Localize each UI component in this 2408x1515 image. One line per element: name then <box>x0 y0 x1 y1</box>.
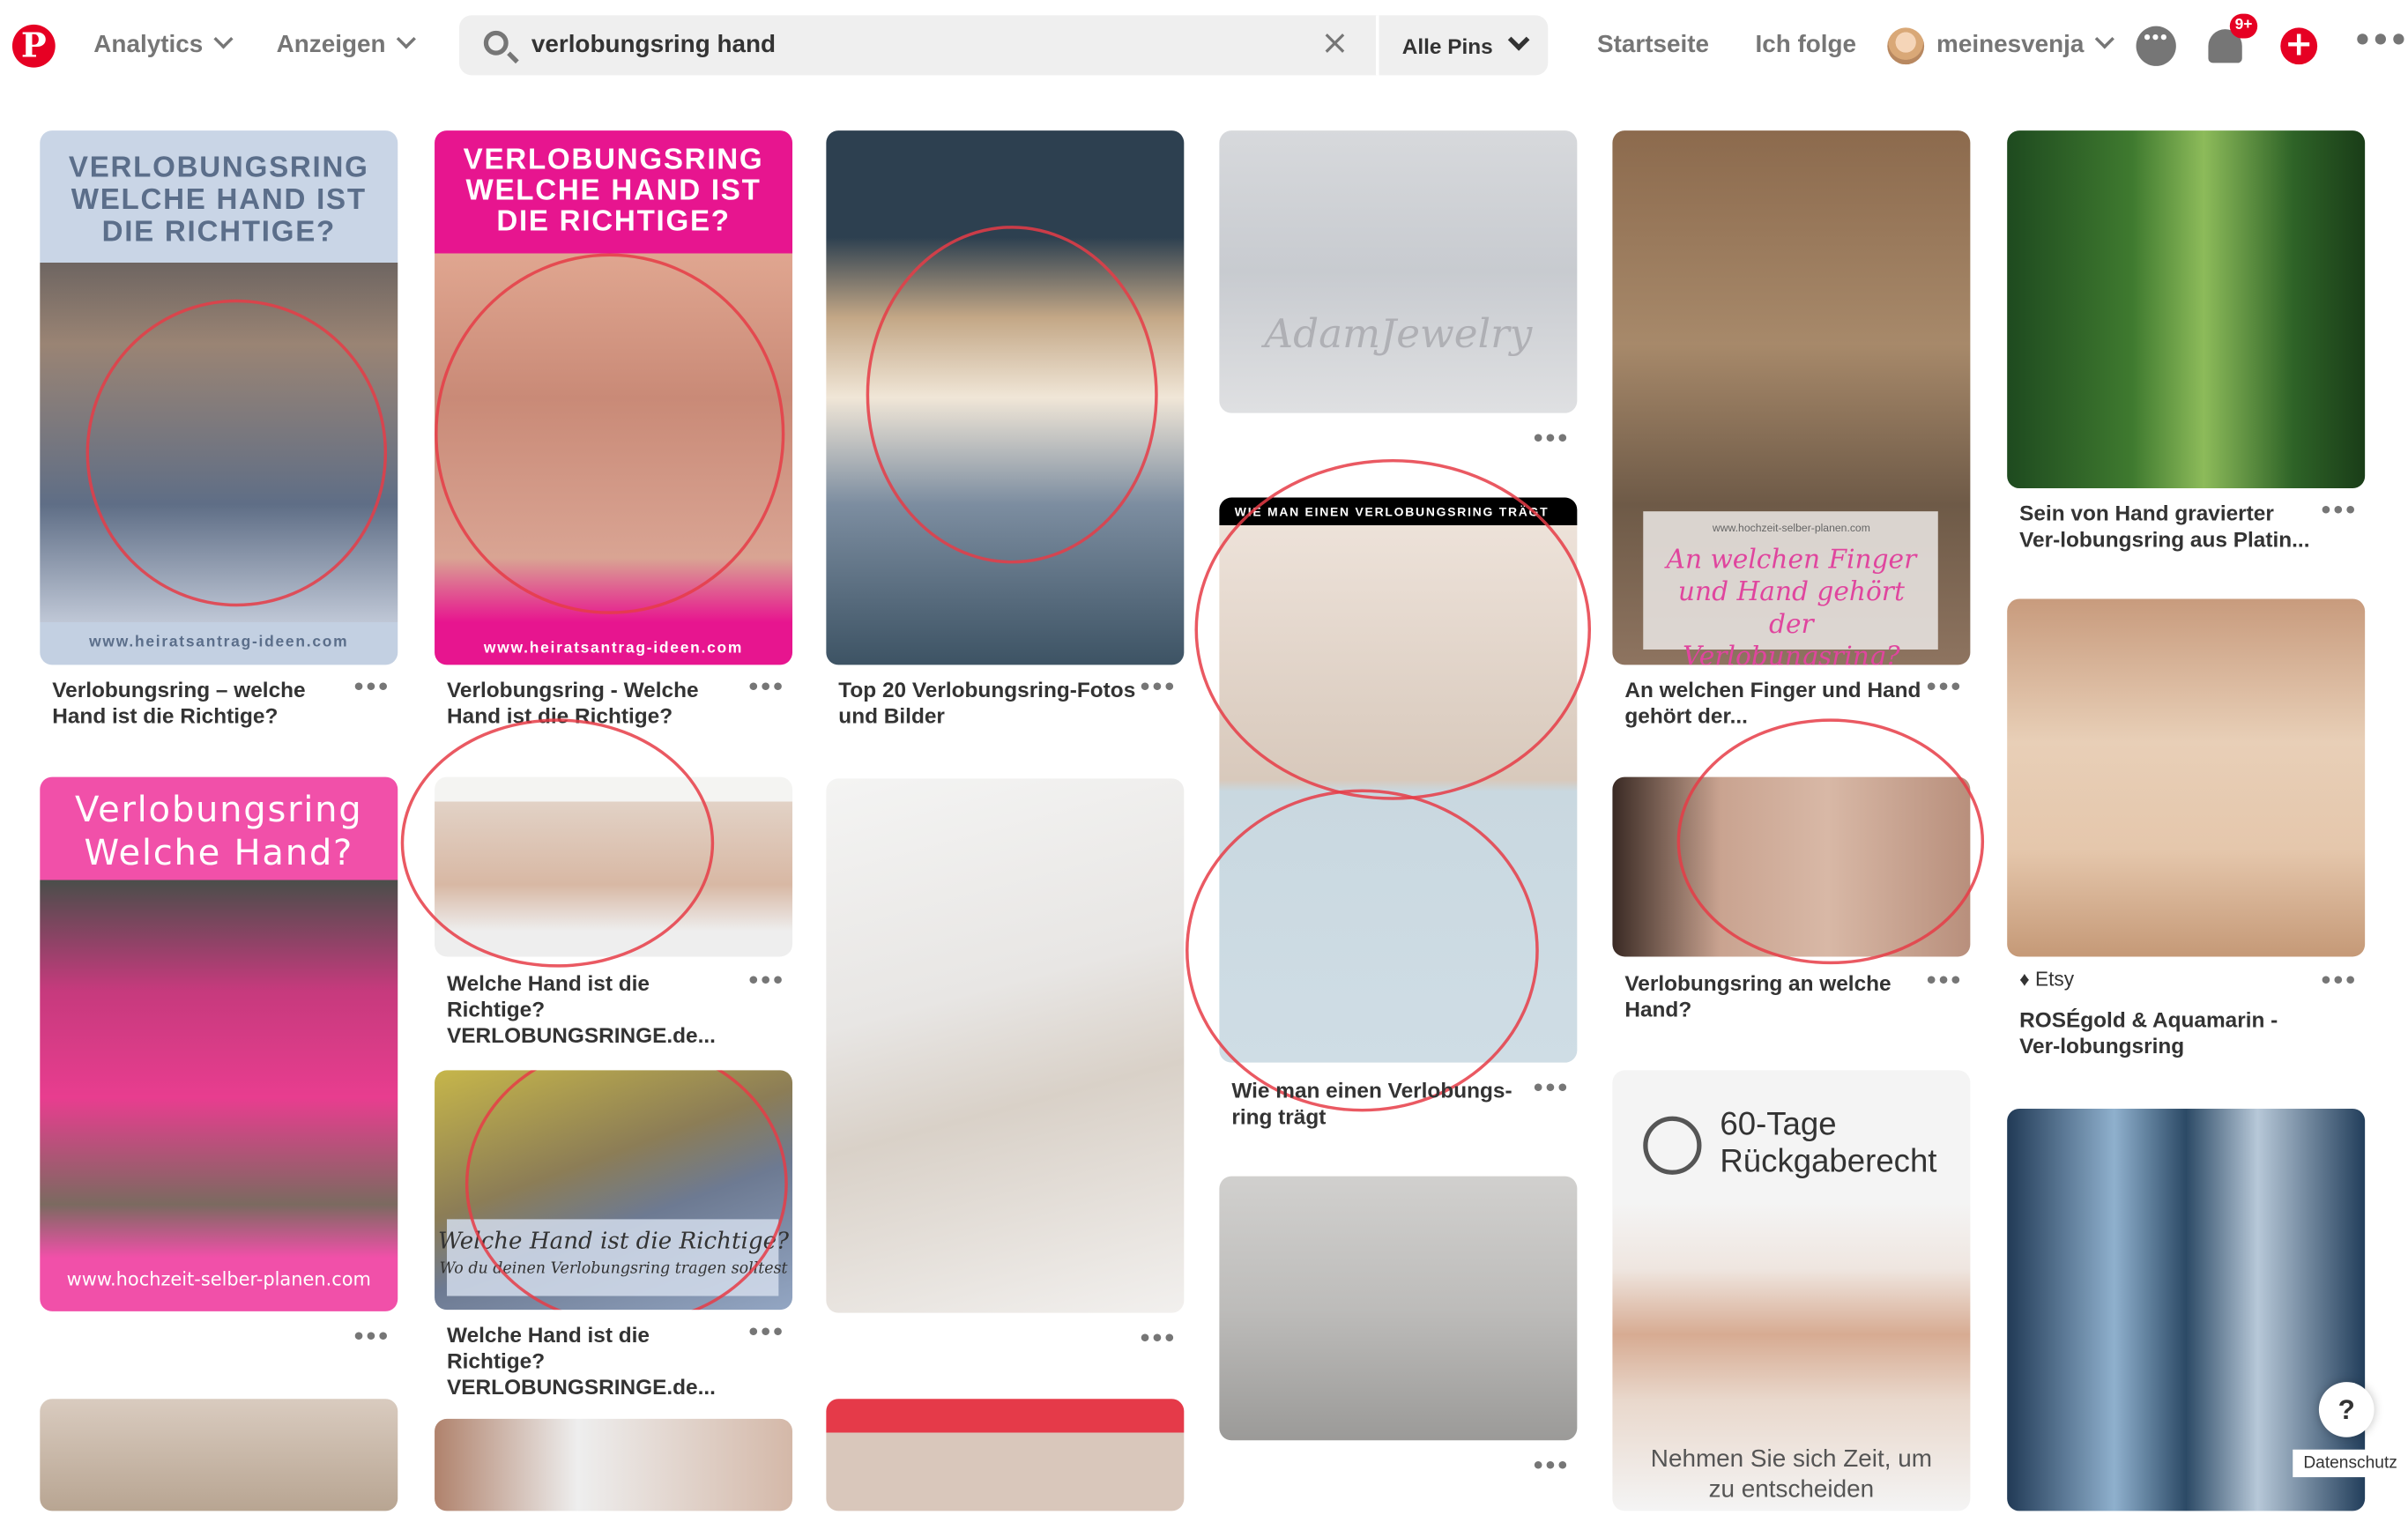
pin-image[interactable]: AdamJewelry <box>1219 130 1578 413</box>
privacy-link[interactable]: Datenschutz <box>2293 1449 2408 1478</box>
chevron-down-icon <box>396 29 417 49</box>
pin-more-icon[interactable]: ••• <box>747 970 784 991</box>
pin-overlay-title: Verlobungsring Welche Hand? <box>75 791 363 874</box>
pin-caption[interactable]: ROSÉgold & Aquamarin - Ver-lobungsring <box>2019 1007 2319 1059</box>
pin-more-icon[interactable]: ••• <box>352 677 390 698</box>
nav-analytics-label: Analytics <box>93 32 204 59</box>
pin-caption[interactable]: Verlobungsring - Welche Hand ist die Ric… <box>447 677 747 729</box>
pin-more-icon[interactable]: ••• <box>2319 970 2357 991</box>
pin-more-icon[interactable]: ••• <box>1924 677 1962 698</box>
pin-caption[interactable]: Sein von Hand gravierter Ver-lobungsring… <box>2019 501 2319 553</box>
pin-image[interactable] <box>435 1418 793 1511</box>
pin-overlay-title: VERLOBUNGSRING WELCHE HAND IST DIE RICHT… <box>68 152 369 249</box>
pin-image[interactable]: VERLOBUNGSRING WELCHE HAND IST DIE RICHT… <box>40 130 398 665</box>
more-options-icon[interactable]: ••• <box>2352 25 2408 56</box>
red-circle-annotation <box>1194 458 1592 800</box>
pin-more-icon[interactable]: ••• <box>1138 1328 1176 1349</box>
pin-image[interactable]: www.hochzeit-selber-planen.com An welche… <box>1612 130 1971 665</box>
pin-image[interactable] <box>826 1399 1185 1511</box>
pin-overlay-top: www.hochzeit-selber-planen.com <box>1712 524 1870 535</box>
username: meinesvenja <box>1936 32 2085 59</box>
nav-anzeigen[interactable]: Anzeigen <box>276 29 417 62</box>
search-scope-dropdown[interactable]: Alle Pins <box>1401 28 1530 60</box>
pin-more-icon[interactable]: ••• <box>747 1322 784 1343</box>
red-circle-annotation <box>400 718 715 968</box>
pinterest-logo[interactable]: P <box>11 24 56 68</box>
pin-caption[interactable]: Welche Hand ist die Richtige? VERLOBUNGS… <box>447 1322 747 1400</box>
nav-anzeigen-label: Anzeigen <box>276 32 386 59</box>
pin-overlay-footer: www.hochzeit-selber-planen.com <box>66 1268 371 1290</box>
pin-more-icon[interactable]: ••• <box>1924 970 1962 991</box>
pin-image[interactable]: 60-Tage Rückgaberecht Nehmen Sie sich Ze… <box>1612 1070 1971 1511</box>
pin-overlay-subtitle: Nehmen Sie sich Zeit, um zu entscheiden <box>1650 1446 1932 1504</box>
red-circle-annotation <box>1676 718 1985 965</box>
pin-image[interactable]: Verlobungsring Welche Hand? www.hochzeit… <box>40 776 398 1311</box>
pin-caption[interactable]: Wie man einen Verlobungs-ring trägt <box>1231 1078 1531 1130</box>
red-circle-annotation <box>1185 789 1539 1112</box>
pin-overlay-footer: www.heiratsantrag-ideen.com <box>483 640 744 657</box>
pin-caption[interactable]: Top 20 Verlobungsring-Fotos und Bilder <box>838 677 1138 729</box>
pin-image[interactable] <box>40 1399 398 1511</box>
pin-source[interactable]: ♦ Etsy <box>2019 968 2074 992</box>
pin-more-icon[interactable]: ••• <box>2319 501 2357 522</box>
profile-menu[interactable]: meinesvenja <box>1936 29 2115 62</box>
pin-more-icon[interactable]: ••• <box>1138 677 1176 698</box>
chevron-down-icon <box>213 29 234 49</box>
red-circle-annotation <box>866 226 1158 564</box>
pin-image[interactable]: VERLOBUNGSRING WELCHE HAND IST DIE RICHT… <box>435 130 793 665</box>
pin-image[interactable] <box>826 130 1185 665</box>
red-circle-annotation <box>435 253 785 614</box>
clock-icon <box>1643 1116 1702 1175</box>
avatar[interactable] <box>1887 27 1925 65</box>
pin-caption[interactable]: Verlobungsring an welche Hand? <box>1624 970 1924 1022</box>
search-input[interactable] <box>531 24 1269 66</box>
pin-image[interactable] <box>1219 1176 1578 1441</box>
help-button[interactable]: ? <box>2318 1382 2375 1437</box>
pin-caption[interactable]: An welchen Finger und Hand gehört der... <box>1624 677 1924 729</box>
tag-icon: ♦ <box>2019 967 2030 991</box>
chevron-down-icon <box>1508 28 1530 51</box>
pin-more-icon[interactable]: ••• <box>1531 428 1569 449</box>
pin-caption[interactable]: Welche Hand ist die Richtige? VERLOBUNGS… <box>447 970 747 1049</box>
notification-badge: 9+ <box>2229 13 2258 39</box>
chevron-down-icon <box>2094 29 2115 49</box>
red-circle-annotation <box>465 1070 788 1311</box>
add-pin-button[interactable]: + <box>2280 26 2318 65</box>
search-bar: × Alle Pins <box>458 15 1549 76</box>
search-scope-label: Alle Pins <box>1401 33 1493 59</box>
nav-analytics[interactable]: Analytics <box>93 29 234 62</box>
pin-overlay-footer: www.heiratsantrag-ideen.com <box>89 634 349 651</box>
pin-image[interactable]: Welche Hand ist die Richtige? Wo du dein… <box>435 1070 793 1311</box>
pin-image[interactable] <box>2007 598 2366 957</box>
clear-search-icon[interactable]: × <box>1320 26 1349 60</box>
red-circle-annotation <box>85 299 388 607</box>
pin-watermark: AdamJewelry <box>1264 311 1533 358</box>
nav-ich-folge[interactable]: Ich folge <box>1755 31 1856 62</box>
pin-image[interactable] <box>826 778 1185 1313</box>
pin-image[interactable] <box>2007 130 2366 489</box>
top-navigation: P Analytics Anzeigen × Alle Pins Startse… <box>0 0 2408 96</box>
pin-overlay-title: VERLOBUNGSRING WELCHE HAND IST DIE RICHT… <box>463 144 764 239</box>
pin-overlay-title: An welchen Finger und Hand gehört der Ve… <box>1666 545 1917 665</box>
messages-icon[interactable] <box>2136 26 2176 66</box>
pin-more-icon[interactable]: ••• <box>747 677 784 698</box>
pin-more-icon[interactable]: ••• <box>352 1326 390 1348</box>
pin-source-label: Etsy <box>2035 967 2075 991</box>
pin-caption[interactable]: Verlobungsring – welche Hand ist die Ric… <box>52 677 352 729</box>
nav-startseite[interactable]: Startseite <box>1597 31 1709 62</box>
search-icon <box>483 30 509 56</box>
pin-more-icon[interactable]: ••• <box>1531 1078 1569 1099</box>
pin-more-icon[interactable]: ••• <box>1531 1456 1569 1477</box>
search-divider <box>1376 15 1379 76</box>
pin-overlay-title: 60-Tage Rückgaberecht <box>1720 1107 1937 1180</box>
